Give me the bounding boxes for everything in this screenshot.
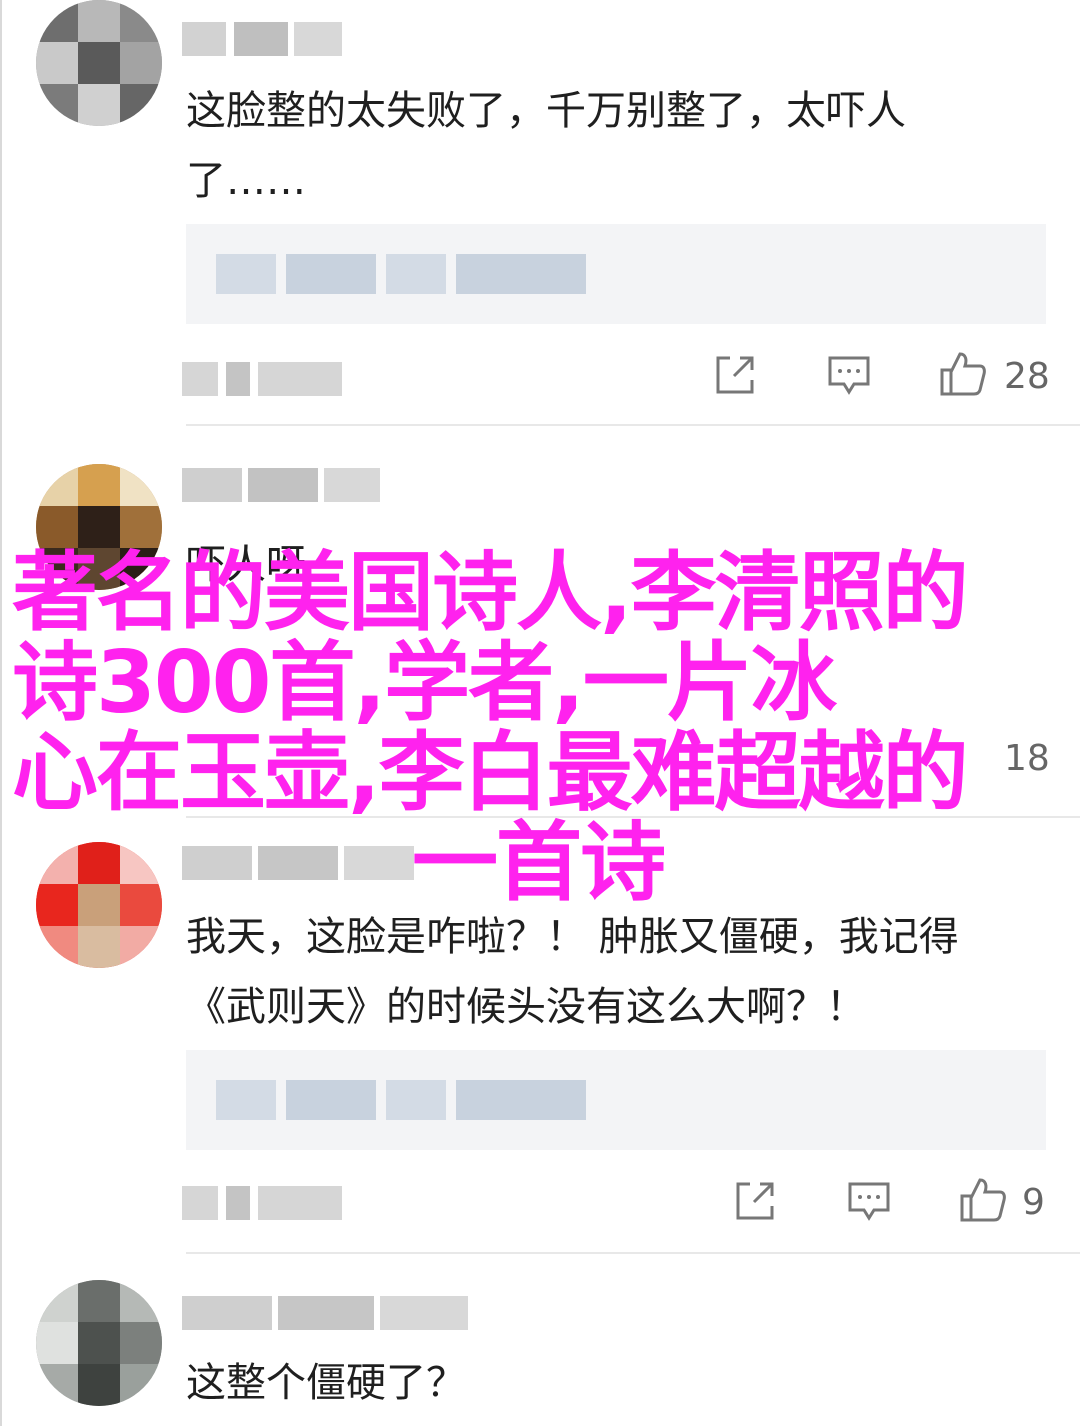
left-border [0, 0, 2, 1426]
comment-text: 我天，这脸是咋啦？！ 肿胀又僵硬，我记得 《武则天》的时候头没有这么大啊？！ [186, 914, 959, 1030]
comment-icon[interactable] [846, 1178, 892, 1228]
divider [186, 424, 1080, 426]
overlay-line: 著名的美国诗人,李清照的 [12, 543, 969, 643]
quoted-reply[interactable] [186, 224, 1046, 324]
timestamp-blurred [182, 1186, 342, 1220]
comment-text: 这整个僵硬了？ [186, 1360, 466, 1406]
avatar[interactable] [36, 0, 162, 126]
overlay-line: 诗300首,学者,一片冰 [12, 633, 837, 733]
overlay-line: 心在玉壶,李白最难超越的 [12, 723, 969, 823]
avatar[interactable] [36, 1280, 162, 1406]
username-blurred[interactable] [182, 1296, 468, 1330]
share-icon[interactable] [732, 1178, 778, 1228]
divider [186, 1252, 1080, 1254]
overlay-caption: 著名的美国诗人,李清照的 诗300首,学者,一片冰 心在玉壶,李白最难超越的 一… [12, 548, 1072, 908]
comment-icon[interactable] [826, 352, 872, 402]
quoted-reply[interactable] [186, 1050, 1046, 1150]
thumbs-up-icon[interactable] [958, 1176, 1008, 1226]
timestamp-blurred [182, 362, 342, 396]
share-icon[interactable] [712, 352, 758, 402]
username-blurred[interactable] [182, 468, 380, 502]
username-blurred[interactable] [182, 22, 342, 56]
overlay-line: 一首诗 [412, 813, 666, 913]
comment-text: 这脸整的太失败了，千万别整了，太吓人 了…… [186, 88, 906, 204]
like-count: 28 [1004, 356, 1050, 397]
thumbs-up-icon[interactable] [938, 350, 988, 400]
like-count: 9 [1022, 1182, 1045, 1223]
